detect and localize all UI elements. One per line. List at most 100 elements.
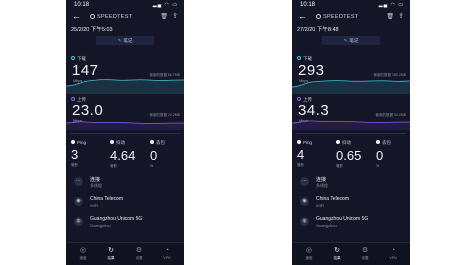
- network-type: WiFi: [90, 203, 98, 208]
- signal-wifi-battery-icon: ▂▄ ◠ ▭: [152, 2, 178, 8]
- phone-screen-right: 10:18 ▂▄ ◠ ▭ ← SPEEDTEST 🗑 ⇪ 27/2/20 下午8…: [292, 0, 410, 265]
- divider: [296, 133, 406, 134]
- loss-label: 丢包: [150, 140, 184, 146]
- vpn-icon: ◔: [164, 247, 170, 254]
- upload-graph: [292, 120, 410, 130]
- test-datetime: 25/2/20 下午5:03: [71, 27, 113, 33]
- server-location: Guangzhou: [316, 223, 337, 228]
- connection-row: ⋯ 连接 多线程: [72, 175, 180, 191]
- jitter-icon: [336, 140, 340, 144]
- app-brand: SPEEDTEST: [90, 14, 132, 20]
- jitter-label: 抖动: [110, 140, 146, 146]
- connection-mode: 多线程: [316, 183, 328, 188]
- speedtest-logo-icon: [90, 14, 95, 19]
- tab-speed[interactable]: ◎ 速度: [72, 246, 94, 261]
- download-icon: [297, 56, 301, 60]
- note-button[interactable]: ✎ 笔记: [322, 36, 380, 45]
- connection-title: 连接: [316, 177, 327, 183]
- jitter-metric: 抖动 4.64 毫秒: [110, 140, 146, 169]
- provider-icon: ◉: [74, 197, 83, 206]
- share-icon[interactable]: ⇪: [172, 12, 178, 20]
- status-time: 10:18: [300, 2, 316, 8]
- server-location: Guangzhou: [90, 223, 111, 228]
- trash-icon[interactable]: 🗑: [386, 13, 394, 20]
- network-row: ◉ China Telecom WiFi: [298, 195, 406, 211]
- ping-value: 3: [71, 147, 79, 162]
- note-label: 笔记: [123, 38, 133, 43]
- loss-icon: [376, 140, 380, 144]
- loss-icon: [150, 140, 154, 144]
- connections-icon: ⋯: [74, 177, 83, 186]
- loss-metric: 丢包 0 %: [150, 140, 184, 168]
- tab-results[interactable]: ↻ 结果: [100, 246, 122, 261]
- ping-icon: [297, 140, 301, 144]
- ping-metric: Ping 3 毫秒: [71, 140, 107, 168]
- status-bar: 10:18 ▂▄ ◠ ▭: [72, 2, 178, 10]
- share-icon[interactable]: ⇪: [398, 12, 404, 20]
- tab-results[interactable]: ↻ 结果: [326, 246, 348, 261]
- tab-bar: ◎ 速度 ↻ 结果 ⚙ 设置 ◔ VPN: [66, 242, 184, 265]
- results-icon: ↻: [108, 247, 114, 254]
- loss-value: 0: [376, 148, 384, 163]
- divider: [70, 133, 180, 134]
- results-icon: ↻: [334, 247, 340, 254]
- upload-icon: [71, 97, 75, 101]
- server-name: Guangzhou Unicom 5G: [90, 216, 143, 222]
- provider-icon: ◉: [300, 197, 309, 206]
- trash-icon[interactable]: 🗑: [160, 13, 168, 20]
- vpn-icon: ◔: [390, 247, 396, 254]
- loss-unit: %: [150, 164, 154, 168]
- ping-label: Ping: [297, 140, 333, 145]
- tab-vpn[interactable]: ◔ VPN: [156, 246, 178, 260]
- app-brand: SPEEDTEST: [316, 14, 358, 20]
- speedtest-logo-icon: [316, 14, 321, 19]
- network-row: ◉ China Telecom WiFi: [72, 195, 180, 211]
- network-provider: China Telecom: [90, 196, 123, 202]
- ping-label: Ping: [71, 140, 107, 145]
- ping-icon: [71, 140, 75, 144]
- phone-screen-left: 10:18 ▂▄ ◠ ▭ ← SPEEDTEST 🗑 ⇪ 25/2/20 下午5…: [66, 0, 184, 265]
- tab-speed[interactable]: ◎ 速度: [298, 246, 320, 261]
- tab-settings[interactable]: ⚙ 设置: [354, 246, 376, 261]
- connection-title: 连接: [90, 177, 101, 183]
- server-row: ◍ Guangzhou Unicom 5G Guangzhou: [298, 215, 406, 231]
- download-graph: [66, 79, 184, 94]
- loss-value: 0: [150, 148, 158, 163]
- status-time: 10:18: [74, 2, 90, 8]
- server-row: ◍ Guangzhou Unicom 5G Guangzhou: [72, 215, 180, 231]
- note-button[interactable]: ✎ 笔记: [96, 36, 154, 45]
- app-name: SPEEDTEST: [323, 14, 359, 20]
- app-name: SPEEDTEST: [97, 14, 133, 20]
- connection-mode: 多线程: [90, 183, 102, 188]
- tab-bar: ◎ 速度 ↻ 结果 ⚙ 设置 ◔ VPN: [292, 242, 410, 265]
- connection-row: ⋯ 连接 多线程: [298, 175, 406, 191]
- loss-metric: 丢包 0 %: [376, 140, 410, 168]
- jitter-icon: [110, 140, 114, 144]
- upload-icon: [297, 97, 301, 101]
- network-provider: China Telecom: [316, 196, 349, 202]
- ping-unit: 毫秒: [71, 163, 78, 167]
- upload-graph: [66, 121, 184, 130]
- download-graph: [292, 80, 410, 94]
- tab-vpn[interactable]: ◔ VPN: [382, 246, 404, 260]
- jitter-unit: 毫秒: [336, 164, 343, 168]
- back-arrow-icon[interactable]: ←: [72, 11, 81, 21]
- pencil-icon: ✎: [117, 38, 122, 43]
- download-icon: [71, 56, 75, 60]
- ping-metric: Ping 4 毫秒: [297, 140, 333, 168]
- back-arrow-icon[interactable]: ←: [298, 11, 307, 21]
- gear-icon: ⚙: [361, 247, 369, 254]
- pencil-icon: ✎: [343, 38, 348, 43]
- loss-label: 丢包: [376, 140, 410, 146]
- note-label: 笔记: [349, 38, 359, 43]
- loss-unit: %: [376, 164, 380, 168]
- network-type: WiFi: [316, 203, 324, 208]
- status-bar: 10:18 ▂▄ ◠ ▭: [298, 2, 404, 10]
- speed-gauge-icon: ◎: [79, 247, 87, 254]
- tab-settings[interactable]: ⚙ 设置: [128, 246, 150, 261]
- connections-icon: ⋯: [300, 177, 309, 186]
- jitter-label: 抖动: [336, 140, 372, 146]
- signal-wifi-battery-icon: ▂▄ ◠ ▭: [378, 2, 404, 8]
- server-name: Guangzhou Unicom 5G: [316, 216, 369, 222]
- ping-unit: 毫秒: [297, 163, 304, 167]
